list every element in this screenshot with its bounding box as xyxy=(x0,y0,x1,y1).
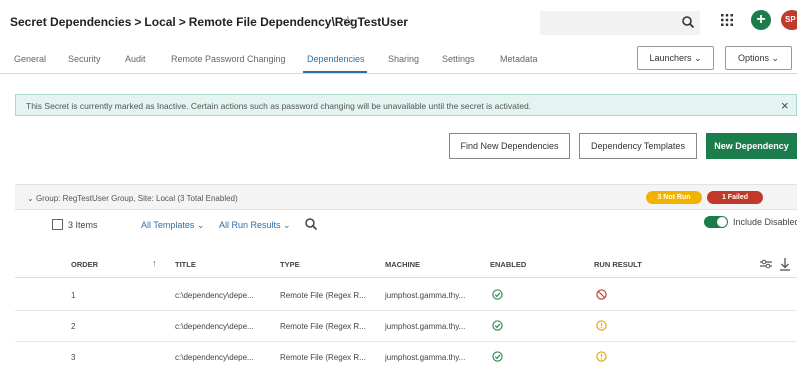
cell-title[interactable]: c:\dependency\depe... xyxy=(175,322,254,331)
table-row[interactable]: 1 c:\dependency\depe... Remote File (Reg… xyxy=(15,280,797,311)
new-dependency-button[interactable]: New Dependency xyxy=(706,133,797,159)
chevron-down-icon: ⌄ xyxy=(283,220,291,230)
grid-icon[interactable] xyxy=(720,13,734,27)
all-run-results-label: All Run Results xyxy=(219,220,281,230)
star-outline-icon[interactable]: ☆ xyxy=(342,13,354,29)
cell-type: Remote File (Regex R... xyxy=(280,291,366,300)
tab-settings[interactable]: Settings xyxy=(442,54,475,64)
column-type[interactable]: TYPE xyxy=(280,260,300,269)
table-toolbar: 3 Items All Templates ⌄ All Run Results … xyxy=(15,210,797,246)
inactive-alert: This Secret is currently marked as Inact… xyxy=(15,94,797,116)
tab-metadata[interactable]: Metadata xyxy=(500,54,538,64)
failed-badge: 1 Failed xyxy=(707,191,763,204)
check-circle-icon xyxy=(492,320,503,331)
plus-icon[interactable]: + xyxy=(751,10,771,30)
chevron-down-icon[interactable]: ⌄ xyxy=(27,194,36,203)
column-run-result[interactable]: RUN RESULT xyxy=(594,260,642,269)
tab-general[interactable]: General xyxy=(14,54,46,64)
check-circle-icon xyxy=(492,351,503,362)
cell-machine: jumphost.gamma.thy... xyxy=(385,353,466,362)
include-disabled-label: Include Disabled xyxy=(733,217,797,227)
table-row[interactable]: 3 c:\dependency\depe... Remote File (Reg… xyxy=(15,342,797,369)
dependency-templates-button[interactable]: Dependency Templates xyxy=(579,133,697,159)
cell-order: 3 xyxy=(71,353,76,362)
cell-type: Remote File (Regex R... xyxy=(280,353,366,362)
items-count: 3 Items xyxy=(68,220,98,230)
tab-remote-password-changing[interactable]: Remote Password Changing xyxy=(171,54,286,64)
not-run-icon xyxy=(596,320,607,331)
sort-ascending-icon[interactable]: ↑ xyxy=(152,258,157,268)
group-label-text: Group: RegTestUser Group, Site: Local (3… xyxy=(35,194,238,203)
column-enabled[interactable]: ENABLED xyxy=(490,260,526,269)
all-templates-label: All Templates xyxy=(141,220,195,230)
group-label: ⌄ Group: RegTestUser Group, Site: Local … xyxy=(27,194,238,203)
breadcrumb-separator: > xyxy=(134,15,142,29)
global-search-field[interactable] xyxy=(540,11,700,35)
cell-title[interactable]: c:\dependency\depe... xyxy=(175,291,254,300)
select-all-checkbox[interactable] xyxy=(52,219,63,230)
launchers-dropdown[interactable]: Launchers ⌄ xyxy=(637,46,714,70)
close-icon[interactable]: × xyxy=(781,98,789,113)
cell-machine: jumphost.gamma.thy... xyxy=(385,291,466,300)
tab-audit[interactable]: Audit xyxy=(125,54,146,64)
top-bar: Secret Dependencies > Local > Remote File De… xyxy=(0,0,797,44)
failed-icon xyxy=(596,289,607,300)
table-header: ORDER ↑ TITLE TYPE MACHINE ENABLED RUN R… xyxy=(15,250,797,278)
breadcrumb-item-local[interactable]: Local xyxy=(144,15,175,29)
cell-title[interactable]: c:\dependency\depe... xyxy=(175,353,254,362)
cell-order: 1 xyxy=(71,291,76,300)
cell-order: 2 xyxy=(71,322,76,331)
check-circle-icon xyxy=(492,289,503,300)
search-icon[interactable] xyxy=(304,217,318,231)
breadcrumb-item-current: Remote File Dependency\RegTestUser xyxy=(188,15,408,29)
include-disabled-toggle[interactable] xyxy=(704,216,728,228)
tab-security[interactable]: Security xyxy=(68,54,101,64)
search-icon[interactable] xyxy=(681,15,695,29)
breadcrumb-separator: > xyxy=(178,15,186,29)
launchers-label: Launchers xyxy=(649,53,692,63)
all-templates-filter[interactable]: All Templates ⌄ xyxy=(141,220,204,231)
not-run-icon xyxy=(596,351,607,362)
find-new-dependencies-button[interactable]: Find New Dependencies xyxy=(449,133,570,159)
column-order[interactable]: ORDER xyxy=(71,260,98,269)
chevron-down-icon: ⌄ xyxy=(771,53,780,63)
column-machine[interactable]: MACHINE xyxy=(385,260,420,269)
column-settings-icon[interactable] xyxy=(759,257,795,271)
group-header[interactable]: ⌄ Group: RegTestUser Group, Site: Local … xyxy=(15,184,797,210)
tab-dependencies[interactable]: Dependencies xyxy=(307,54,365,64)
chevron-down-icon: ⌄ xyxy=(196,220,205,230)
breadcrumb-item-secret-dependencies[interactable]: Secret Dependencies xyxy=(10,15,131,29)
options-dropdown[interactable]: Options ⌄ xyxy=(725,46,792,70)
chevron-down-icon: ⌄ xyxy=(694,53,702,63)
column-title[interactable]: TITLE xyxy=(175,260,196,269)
tab-sharing[interactable]: Sharing xyxy=(388,54,419,64)
avatar[interactable]: SP xyxy=(781,10,797,30)
not-run-badge: 3 Not Run xyxy=(646,191,702,204)
cell-type: Remote File (Regex R... xyxy=(280,322,366,331)
toggle-knob xyxy=(717,217,727,227)
active-tab-indicator xyxy=(303,71,367,73)
options-label: Options xyxy=(737,53,769,63)
table-row[interactable]: 2 c:\dependency\depe... Remote File (Reg… xyxy=(15,311,797,342)
alert-message: This Secret is currently marked as Inact… xyxy=(26,101,532,111)
cell-machine: jumphost.gamma.thy... xyxy=(385,322,466,331)
all-run-results-filter[interactable]: All Run Results ⌄ xyxy=(219,220,291,231)
